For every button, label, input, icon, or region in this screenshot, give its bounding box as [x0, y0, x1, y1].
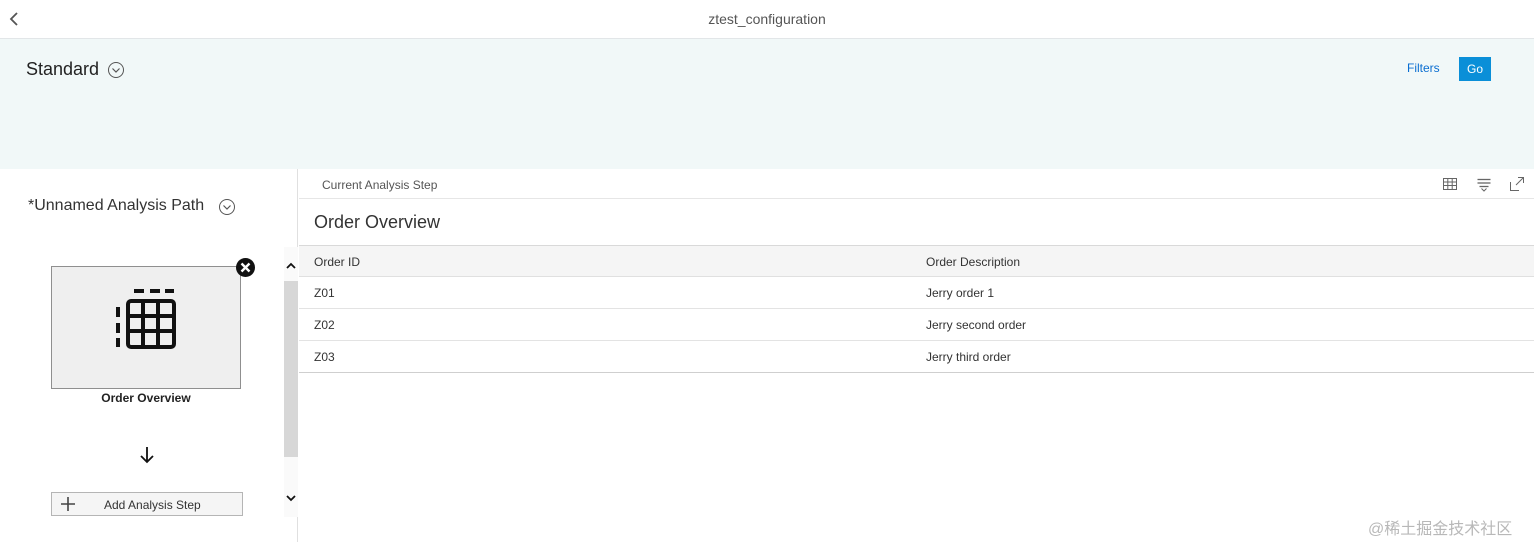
analysis-step-label: Order Overview — [101, 391, 191, 405]
chevron-up-icon[interactable] — [284, 259, 298, 273]
remove-step-icon[interactable] — [235, 257, 256, 278]
variant-selector[interactable]: Standard — [26, 59, 125, 80]
table-cell: Jerry order 1 — [926, 286, 995, 300]
column-header[interactable]: Order ID — [314, 255, 360, 269]
table-cell: Jerry second order — [926, 318, 1027, 332]
step-toolbar-label: Current Analysis Step — [322, 178, 438, 192]
app-window: ztest_configuration Standard Filters Go … — [0, 0, 1534, 542]
table-row[interactable]: Z03 Jerry third order — [299, 341, 1534, 373]
add-analysis-step-button[interactable]: Add Analysis Step — [51, 492, 243, 516]
chevron-down-circle-icon[interactable] — [218, 198, 236, 216]
order-table: Order ID Order Description Z01 Jerry ord… — [299, 245, 1534, 373]
filters-link[interactable]: Filters — [1407, 61, 1440, 75]
arrow-down-icon — [140, 447, 154, 464]
variant-title: Standard — [26, 59, 100, 79]
table-cell: Z03 — [314, 350, 335, 364]
current-step-panel: Current Analysis Step Order Overview Ord… — [299, 169, 1534, 542]
scrollbar-thumb[interactable] — [284, 281, 298, 457]
filter-bar: Standard Filters Go — [0, 39, 1534, 169]
step-toolbar: Current Analysis Step — [299, 169, 1534, 199]
go-button[interactable]: Go — [1459, 57, 1491, 81]
plus-icon — [61, 497, 75, 511]
table-icon — [116, 289, 176, 349]
step-title: Order Overview — [314, 212, 441, 232]
shell-bar: ztest_configuration — [0, 0, 1534, 39]
chevron-down-icon[interactable] — [284, 491, 298, 505]
analysis-path-title: *Unnamed Analysis Path — [28, 197, 205, 214]
table-header: Order ID Order Description — [299, 245, 1534, 277]
analysis-path-header: *Unnamed Analysis Path — [28, 196, 236, 216]
watermark: @稀土掘金技术社区 — [1368, 521, 1513, 538]
app-title: ztest_configuration — [708, 11, 826, 27]
fullscreen-icon[interactable] — [1509, 176, 1525, 192]
analysis-path-panel: *Unnamed Analysis Path Order Overview Ad… — [0, 169, 298, 542]
chevron-down-circle-icon[interactable] — [107, 61, 125, 79]
list-view-icon[interactable] — [1476, 176, 1492, 192]
table-cell: Z02 — [314, 318, 335, 332]
table-row[interactable]: Z01 Jerry order 1 — [299, 277, 1534, 309]
table-cell: Jerry third order — [926, 350, 1011, 364]
table-view-icon[interactable] — [1442, 176, 1458, 192]
analysis-step-card[interactable] — [51, 266, 241, 389]
add-analysis-step-label: Add Analysis Step — [104, 498, 201, 512]
column-header[interactable]: Order Description — [926, 255, 1020, 269]
table-row[interactable]: Z02 Jerry second order — [299, 309, 1534, 341]
table-cell: Z01 — [314, 286, 335, 300]
